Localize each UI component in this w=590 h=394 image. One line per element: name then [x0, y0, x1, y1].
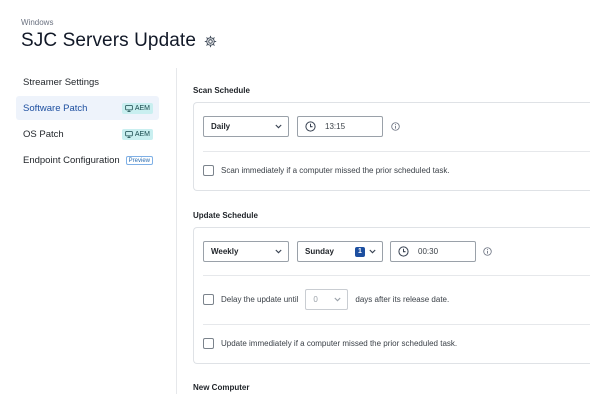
divider: [203, 151, 590, 152]
aem-badge-label: AEM: [134, 130, 150, 138]
chevron-down-icon: [275, 124, 282, 129]
selected-count-badge: 1: [355, 246, 365, 257]
scan-frequency-value: Daily: [211, 122, 231, 131]
update-day-value: Sunday: [305, 247, 334, 256]
clock-icon: [398, 246, 409, 257]
divider: [203, 275, 590, 276]
scan-schedule-title: Scan Schedule: [193, 86, 250, 95]
page-title: SJC Servers Update: [21, 30, 196, 51]
sidebar-item-os-patch[interactable]: OS Patch AEM: [16, 122, 159, 146]
page-header: Windows SJC Servers Update: [21, 18, 217, 52]
update-schedule-title: Update Schedule: [193, 211, 258, 220]
aem-badge: AEM: [121, 102, 153, 114]
aem-badge-label: AEM: [134, 104, 150, 112]
update-time-input[interactable]: 00:30: [390, 241, 476, 262]
update-day-select[interactable]: Sunday 1: [297, 241, 383, 262]
sidebar-item-label: OS Patch: [23, 128, 64, 140]
scan-missed-checkbox[interactable]: [203, 165, 214, 176]
chevron-down-icon: [275, 249, 282, 254]
aem-badge: AEM: [121, 128, 153, 140]
clock-icon: [305, 121, 316, 132]
info-icon[interactable]: [391, 122, 400, 131]
delay-days-select[interactable]: 0: [305, 289, 349, 310]
delay-update-suffix: days after its release date.: [355, 295, 450, 304]
update-time-value: 00:30: [418, 247, 439, 256]
delay-days-value: 0: [313, 295, 318, 304]
update-frequency-select[interactable]: Weekly: [203, 241, 289, 262]
update-missed-checkbox[interactable]: [203, 338, 214, 349]
sidebar-item-endpoint-configuration[interactable]: Endpoint Configuration Preview: [16, 148, 159, 172]
gear-icon[interactable]: [204, 35, 217, 48]
scan-missed-label: Scan immediately if a computer missed th…: [221, 166, 450, 175]
monitor-icon: [125, 130, 133, 138]
monitor-icon: [125, 104, 133, 112]
sidebar-item-label: Streamer Settings: [23, 76, 100, 88]
scan-time-value: 13:15: [325, 122, 346, 131]
info-icon[interactable]: [483, 247, 492, 256]
sidebar-item-label: Endpoint Configuration: [23, 154, 120, 166]
delay-update-label: Delay the update until: [221, 295, 299, 304]
new-computer-title: New Computer: [193, 383, 250, 392]
sidebar-divider: [176, 68, 177, 394]
scan-schedule-card: Daily 13:15 Scan immediately if a comput…: [193, 102, 590, 191]
platform-label: Windows: [21, 18, 54, 27]
update-schedule-card: Weekly Sunday 1 00:30 Delay the update u…: [193, 227, 590, 364]
sidebar-item-streamer-settings[interactable]: Streamer Settings: [16, 70, 159, 94]
scan-frequency-select[interactable]: Daily: [203, 116, 289, 137]
chevron-down-icon: [334, 297, 341, 302]
update-missed-label: Update immediately if a computer missed …: [221, 339, 458, 348]
delay-update-checkbox[interactable]: [203, 294, 214, 305]
scan-time-input[interactable]: 13:15: [297, 116, 383, 137]
preview-badge: Preview: [125, 155, 153, 165]
sidebar: Streamer Settings Software Patch AEM OS …: [16, 70, 159, 174]
divider: [203, 324, 590, 325]
update-frequency-value: Weekly: [211, 247, 239, 256]
chevron-down-icon: [369, 249, 376, 254]
sidebar-item-label: Software Patch: [23, 102, 88, 114]
sidebar-item-software-patch[interactable]: Software Patch AEM: [16, 96, 159, 120]
